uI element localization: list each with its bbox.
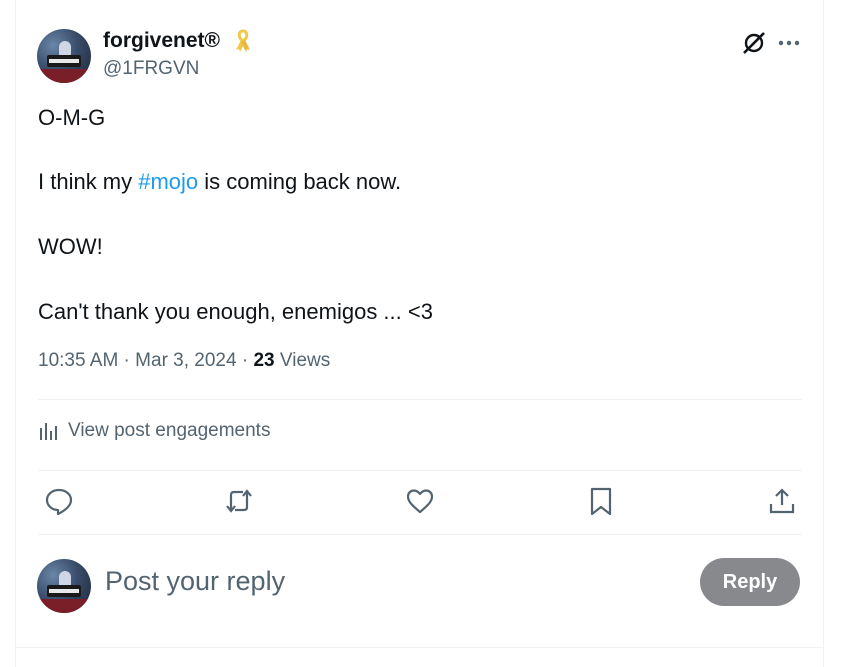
divider — [38, 534, 802, 535]
post-text-line: O-M-G — [38, 105, 106, 130]
hashtag-link[interactable]: #mojo — [138, 169, 198, 194]
current-user-avatar[interactable] — [37, 559, 91, 613]
post-text-line: WOW! — [38, 234, 103, 259]
share-icon[interactable] — [767, 486, 797, 516]
views-label: Views — [274, 350, 331, 371]
analytics-icon — [40, 423, 57, 440]
like-icon[interactable] — [405, 486, 435, 516]
grok-icon[interactable] — [741, 30, 767, 56]
divider — [38, 399, 802, 400]
divider — [15, 647, 824, 648]
more-options-icon[interactable] — [777, 32, 801, 54]
reply-button[interactable]: Reply — [700, 558, 800, 606]
repost-icon[interactable] — [224, 486, 254, 516]
meta-separator: · — [118, 350, 136, 371]
column-border-right — [823, 0, 824, 667]
divider — [38, 470, 802, 471]
post-text-line: I think my #mojo is coming back now. — [38, 168, 401, 196]
column-border-left — [15, 0, 16, 667]
post-text-line: Can't thank you enough, enemigos ... <3 — [38, 299, 433, 324]
author-handle[interactable]: @1FRGVN — [103, 58, 199, 80]
author-avatar[interactable] — [37, 29, 91, 83]
reply-input[interactable]: Post your reply — [105, 566, 285, 597]
reply-icon[interactable] — [44, 486, 74, 516]
post-date[interactable]: Mar 3, 2024 — [135, 350, 236, 371]
views-count: 23 — [253, 350, 275, 371]
meta-separator: · — [236, 350, 254, 371]
post-text-segment: I think my — [38, 169, 139, 194]
view-engagements-label: View post engagements — [68, 420, 271, 441]
view-engagements-link[interactable]: View post engagements — [38, 420, 270, 442]
author-display-name[interactable]: forgivenet® — [103, 28, 220, 54]
post-meta: 10:35 AM · Mar 3, 2024 · 23 Views — [38, 350, 330, 372]
post-time[interactable]: 10:35 AM — [38, 350, 118, 371]
bookmark-icon[interactable] — [586, 486, 616, 516]
post-text-segment: is coming back now. — [198, 169, 402, 194]
awareness-ribbon-icon — [236, 29, 250, 52]
